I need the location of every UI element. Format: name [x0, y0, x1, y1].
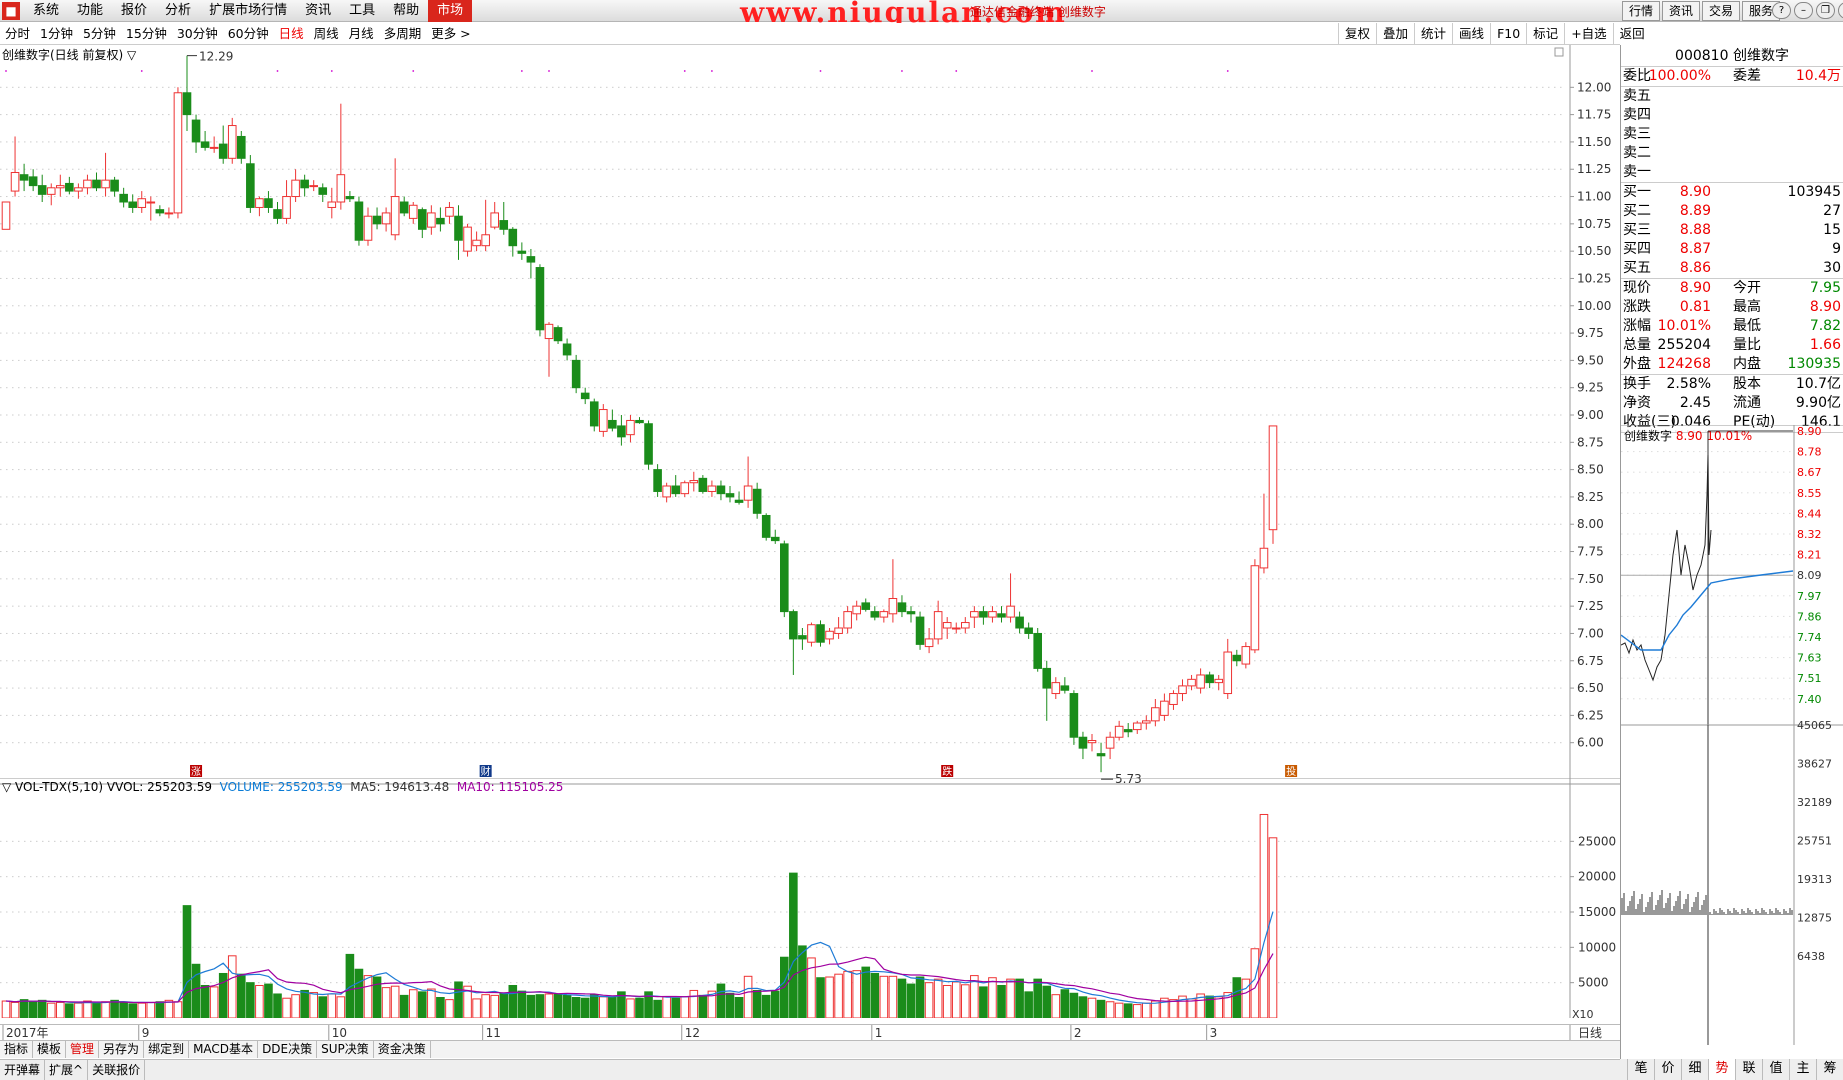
toolbar-button[interactable]: 复权 — [1338, 23, 1376, 45]
chart-toolbar: 复权 叠加 统计 画线 F10 标记 +自选 返回 — [1338, 23, 1651, 45]
price-tick-label: 8.00 — [1577, 517, 1604, 531]
price-tick-label: 11.25 — [1577, 162, 1611, 176]
menu-item[interactable]: 报价 — [112, 0, 156, 22]
price-tick-label: 9.75 — [1577, 326, 1604, 340]
top-button[interactable]: 行情 — [1622, 1, 1661, 21]
top-right-buttons: 行情 资讯 交易 服务 — [1622, 1, 1781, 21]
menu-item[interactable]: 帮助 — [384, 0, 428, 22]
help-icon[interactable]: ? — [1772, 2, 1791, 19]
period-tab[interactable]: 分时 — [0, 23, 35, 44]
toolbar-button[interactable]: F10 — [1490, 23, 1526, 45]
price-tick-label: 8.75 — [1577, 435, 1604, 449]
price-tick-label: 9.50 — [1577, 353, 1604, 367]
price-tick-label: 10.25 — [1577, 271, 1611, 285]
period-tab[interactable]: 5分钟 — [78, 23, 121, 44]
price-tick-label: 12.00 — [1577, 80, 1611, 94]
toolbar-button[interactable]: 叠加 — [1376, 23, 1414, 45]
period-tab[interactable]: 更多 > — [426, 23, 475, 44]
price-tick-label: 9.25 — [1577, 381, 1604, 395]
period-tab[interactable]: 1分钟 — [35, 23, 78, 44]
price-tick-label: 9.00 — [1577, 408, 1604, 422]
price-tick-label: 11.50 — [1577, 135, 1611, 149]
top-button[interactable]: 资讯 — [1662, 1, 1701, 21]
price-tick-label: 11.75 — [1577, 108, 1611, 122]
menu-item[interactable]: 扩展市场行情 — [200, 0, 296, 22]
menu-item[interactable]: 功能 — [68, 0, 112, 22]
app-logo-icon[interactable]: ■ — [2, 2, 20, 20]
window-title: 通达信金融终端 创维数字 — [970, 5, 1106, 19]
price-tick-label: 10.00 — [1577, 299, 1611, 313]
price-tick-label: 8.50 — [1577, 463, 1604, 477]
period-tab[interactable]: 周线 — [309, 23, 344, 44]
menu-item[interactable]: 系统 — [24, 0, 68, 22]
toolbar-button[interactable]: 统计 — [1414, 23, 1452, 45]
window-controls: ? – ❐ ✕ — [1772, 2, 1843, 19]
period-tab[interactable]: 15分钟 — [121, 23, 172, 44]
toolbar-button[interactable]: 标记 — [1526, 23, 1564, 45]
price-tick-label: 8.25 — [1577, 490, 1604, 504]
period-tab[interactable]: 多周期 — [379, 23, 427, 44]
price-tick-label: 7.75 — [1577, 545, 1604, 559]
period-tab[interactable]: 60分钟 — [223, 23, 274, 44]
minimize-icon[interactable]: – — [1794, 2, 1813, 19]
price-tick-label: 11.00 — [1577, 190, 1611, 204]
period-tab[interactable]: 月线 — [344, 23, 379, 44]
menu-item[interactable]: 市场 — [428, 0, 473, 22]
menu-item[interactable]: 工具 — [340, 0, 384, 22]
menu-item[interactable]: 资讯 — [296, 0, 340, 22]
price-tick-label: 10.75 — [1577, 217, 1611, 231]
close-icon[interactable]: ✕ — [1838, 2, 1843, 19]
price-tick-label: 10.50 — [1577, 244, 1611, 258]
kline-chart[interactable]: 12.00 11.75 11.50 11.25 11.00 10.75 10.50 10.25… — [0, 45, 1620, 785]
toolbar-button[interactable]: +自选 — [1564, 23, 1612, 45]
period-tab[interactable]: 日线 — [274, 23, 309, 44]
menu-bar: ■ 系统 功能 报价 分析 扩展市场行情 资讯 工具 帮助 市场 www.niugulan.co… — [0, 0, 1843, 29]
toolbar-button[interactable]: 返回 — [1612, 23, 1651, 45]
period-tab[interactable]: 30分钟 — [172, 23, 223, 44]
restore-icon[interactable]: ❐ — [1816, 2, 1835, 19]
main-menu: 系统 功能 报价 分析 扩展市场行情 资讯 工具 帮助 市场 — [24, 0, 473, 22]
top-button[interactable]: 交易 — [1702, 1, 1741, 21]
toolbar-button[interactable]: 画线 — [1452, 23, 1490, 45]
menu-item[interactable]: 分析 — [156, 0, 200, 22]
